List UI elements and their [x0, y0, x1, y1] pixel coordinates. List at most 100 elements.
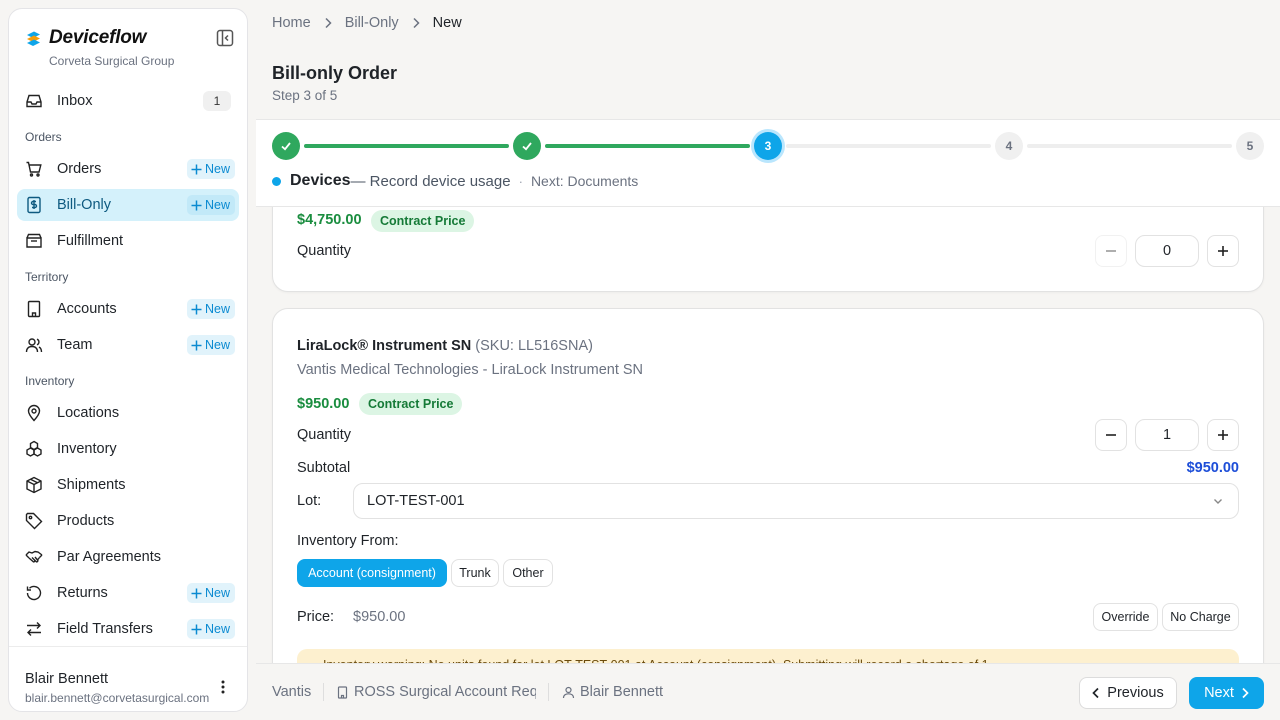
team-new-button[interactable]: New [186, 335, 235, 355]
user-profile[interactable]: Blair Bennett blair.bennett@corvetasurgi… [9, 646, 247, 711]
rotate-ccw-icon [25, 584, 43, 602]
footer-rep-name: Blair Bennett [580, 684, 664, 700]
plus-icon [191, 164, 202, 175]
device-card-1: $4,750.00 Contract Price Quantity 0 [272, 207, 1264, 292]
breadcrumb: Home Bill-Only New [272, 15, 462, 31]
page-step-indicator: Step 3 of 5 [272, 88, 338, 103]
sidebar-item-returns[interactable]: Returns New [17, 577, 239, 609]
building-icon [25, 300, 43, 318]
sidebar-item-team[interactable]: Team New [17, 329, 239, 361]
source-account-consignment-button[interactable]: Account (consignment) [297, 559, 447, 587]
sidebar-item-shipments[interactable]: Shipments [17, 469, 239, 501]
brand[interactable]: Deviceflow [25, 27, 146, 49]
package-icon [25, 476, 43, 494]
footer-divider [548, 683, 549, 701]
users-icon [25, 336, 43, 354]
subtotal-value: $950.00 [1186, 460, 1239, 476]
sidebar-item-inbox[interactable]: Inbox 1 [17, 85, 239, 117]
step-2-complete[interactable] [513, 132, 541, 160]
page-title: Bill-only Order [272, 63, 398, 83]
more-vertical-icon[interactable] [215, 679, 231, 695]
quantity-label: Quantity [297, 243, 351, 259]
item-price: $4,750.00 [297, 212, 362, 228]
step-connector-2 [545, 144, 750, 148]
step-caption: Devices — Record device usage · Next: Do… [272, 172, 638, 190]
sidebar-item-label: Field Transfers [57, 621, 153, 637]
accounts-new-button[interactable]: New [186, 299, 235, 319]
sidebar-item-label: Bill-Only [57, 197, 111, 213]
user-email: blair.bennett@corvetasurgical.com [25, 691, 210, 705]
sidebar-item-label: Orders [57, 161, 102, 177]
sidebar-item-inventory[interactable]: Inventory [17, 433, 239, 465]
sidebar-item-label: Inventory [57, 441, 117, 457]
breadcrumb-current: New [432, 15, 462, 31]
bill-only-new-button[interactable]: New [186, 195, 235, 215]
sidebar-collapse-icon[interactable] [215, 28, 235, 48]
new-label: New [204, 622, 230, 636]
inventory-from-label: Inventory From: [297, 533, 399, 549]
field-transfers-new-button[interactable]: New [186, 619, 235, 639]
no-charge-button[interactable]: No Charge [1162, 603, 1239, 631]
sidebar-item-fulfillment[interactable]: Fulfillment [17, 225, 239, 257]
item-name: LiraLock® Instrument SN [297, 338, 472, 354]
minus-icon [1105, 429, 1117, 441]
source-trunk-button[interactable]: Trunk [451, 559, 499, 587]
source-other-button[interactable]: Other [503, 559, 553, 587]
user-icon [562, 686, 575, 699]
quantity-increment-button[interactable] [1207, 419, 1239, 451]
order-footer: Vantis ROSS Surgical Account Requ Blair … [256, 663, 1280, 720]
sidebar-item-accounts[interactable]: Accounts New [17, 293, 239, 325]
step-5[interactable]: 5 [1236, 132, 1264, 160]
device-card-2: LiraLock® Instrument SN (SKU: LL516SNA) … [272, 308, 1264, 663]
sidebar-item-bill-only[interactable]: Bill-Only New [17, 189, 239, 221]
item-sku: (SKU: LL516SNA) [475, 338, 593, 354]
lot-select[interactable]: LOT-TEST-001 [353, 483, 1239, 519]
sidebar-item-par-agreements[interactable]: Par Agreements [17, 541, 239, 573]
sidebar-item-locations[interactable]: Locations [17, 397, 239, 429]
sidebar-item-field-transfers[interactable]: Field Transfers New [17, 613, 239, 645]
step-1-complete[interactable] [272, 132, 300, 160]
quantity-input[interactable]: 1 [1135, 419, 1199, 451]
tag-icon [25, 512, 43, 530]
orders-new-button[interactable]: New [186, 159, 235, 179]
check-icon [521, 140, 533, 152]
building-icon [336, 685, 349, 699]
deviceflow-logo-icon [25, 30, 42, 47]
next-button[interactable]: Next [1189, 677, 1264, 709]
item-price: $950.00 [297, 396, 350, 412]
breadcrumb-bill-only[interactable]: Bill-Only [345, 15, 399, 31]
quantity-decrement-button[interactable] [1095, 235, 1127, 267]
user-name: Blair Bennett [25, 671, 109, 687]
lot-label: Lot: [297, 493, 322, 509]
sidebar-item-label: Returns [57, 585, 108, 601]
quantity-increment-button[interactable] [1207, 235, 1239, 267]
check-icon [280, 140, 292, 152]
current-step-description: — Record device usage [350, 172, 511, 190]
quantity-decrement-button[interactable] [1095, 419, 1127, 451]
override-button[interactable]: Override [1093, 603, 1158, 631]
footer-vendor-name: Vantis [272, 684, 312, 700]
previous-button[interactable]: Previous [1079, 677, 1177, 709]
footer-account: ROSS Surgical Account Requ [336, 684, 536, 700]
cart-icon [25, 160, 43, 178]
inventory-warning-banner: Inventory warning: No units found for lo… [297, 649, 1239, 663]
returns-new-button[interactable]: New [186, 583, 235, 603]
sidebar-item-products[interactable]: Products [17, 505, 239, 537]
sidebar-item-label: Fulfillment [57, 233, 124, 249]
quantity-input[interactable]: 0 [1135, 235, 1199, 267]
price-row-value: $950.00 [353, 609, 406, 625]
step-4[interactable]: 4 [995, 132, 1023, 160]
footer-rep: Blair Bennett [562, 684, 663, 700]
item-manufacturer: Vantis Medical Technologies - LiraLock I… [297, 362, 644, 378]
sidebar-item-orders[interactable]: Orders New [17, 153, 239, 185]
previous-label: Previous [1107, 685, 1164, 701]
sidebar-item-label: Team [57, 337, 93, 353]
new-label: New [204, 198, 230, 212]
breadcrumb-home[interactable]: Home [272, 15, 311, 31]
plus-icon [1217, 245, 1229, 257]
minus-icon [1105, 245, 1117, 257]
plus-icon [191, 340, 202, 351]
device-list[interactable]: $4,750.00 Contract Price Quantity 0 Lira… [256, 207, 1280, 663]
step-3-current[interactable]: 3 [754, 132, 782, 160]
step-connector-4 [1027, 144, 1232, 148]
